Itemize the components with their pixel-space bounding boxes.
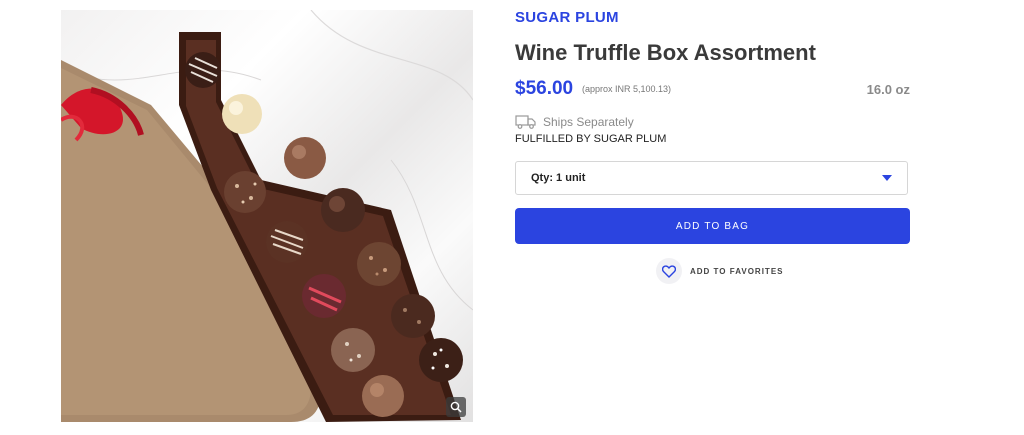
heart-icon (662, 264, 676, 278)
caret-down-icon (882, 175, 892, 181)
shipping-info: Ships Separately (515, 115, 634, 129)
price-approx-converted: (approx INR 5,100.13) (582, 84, 672, 94)
shipping-label: Ships Separately (543, 115, 634, 129)
quantity-select[interactable]: Qty: 1 unit (515, 161, 908, 195)
magnifier-icon (450, 401, 462, 413)
zoom-button[interactable] (446, 397, 466, 417)
brand-link[interactable]: SUGAR PLUM (515, 9, 619, 26)
price: $56.00 (515, 78, 574, 99)
product-title: Wine Truffle Box Assortment (515, 40, 816, 65)
product-image[interactable] (61, 10, 473, 422)
fulfilled-by: FULFILLED BY SUGAR PLUM (515, 133, 667, 145)
add-to-bag-button[interactable]: ADD TO BAG (515, 208, 910, 244)
quantity-value: Qty: 1 unit (531, 172, 586, 184)
truck-icon (515, 115, 536, 129)
favorites-label: ADD TO FAVORITES (690, 266, 784, 276)
favorite-icon-wrap (656, 258, 682, 284)
add-to-favorites-button[interactable]: ADD TO FAVORITES (656, 258, 784, 284)
product-weight: 16.0 oz (866, 82, 910, 97)
truffle-box-illustration (61, 10, 473, 422)
